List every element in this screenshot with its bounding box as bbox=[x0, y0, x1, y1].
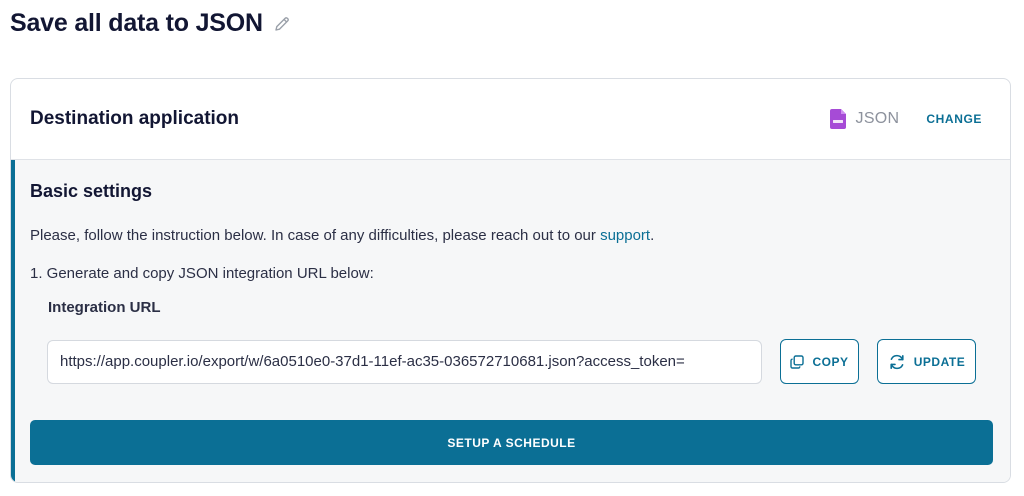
destination-card: Destination application JSON CHANGE Basi… bbox=[10, 78, 1011, 483]
step-1-text: 1. Generate and copy JSON integration UR… bbox=[30, 265, 374, 282]
integration-url-input[interactable] bbox=[47, 339, 762, 384]
integration-url-label: Integration URL bbox=[48, 299, 161, 316]
destination-app: JSON bbox=[829, 109, 900, 129]
settings-title: Basic settings bbox=[30, 181, 153, 201]
instruction-period: . bbox=[650, 227, 655, 244]
page: Save all data to JSON Destination applic… bbox=[0, 0, 1024, 496]
refresh-icon bbox=[888, 353, 906, 371]
change-destination-button[interactable]: CHANGE bbox=[926, 112, 982, 126]
destination-app-name: JSON bbox=[855, 110, 900, 127]
instruction-text: Please, follow the instruction below. In… bbox=[30, 226, 1010, 246]
copy-icon bbox=[790, 354, 805, 369]
page-title: Save all data to JSON bbox=[10, 8, 263, 37]
copy-button[interactable]: COPY bbox=[780, 339, 859, 384]
destination-header: Destination application JSON CHANGE bbox=[11, 79, 1010, 160]
pencil-icon[interactable] bbox=[273, 15, 291, 33]
json-file-icon bbox=[829, 109, 846, 129]
destination-title: Destination application bbox=[30, 108, 240, 129]
update-button[interactable]: UPDATE bbox=[877, 339, 976, 384]
copy-button-label: COPY bbox=[812, 354, 849, 369]
basic-settings-panel: Basic settings Please, follow the instru… bbox=[11, 160, 1010, 482]
setup-schedule-button[interactable]: SETUP A SCHEDULE bbox=[30, 420, 993, 465]
support-link[interactable]: support bbox=[600, 227, 650, 244]
title-row: Save all data to JSON bbox=[10, 8, 291, 38]
update-button-label: UPDATE bbox=[913, 354, 966, 369]
instruction-body: Please, follow the instruction below. In… bbox=[30, 227, 601, 244]
integration-url-row: COPY UPDATE bbox=[47, 339, 976, 384]
